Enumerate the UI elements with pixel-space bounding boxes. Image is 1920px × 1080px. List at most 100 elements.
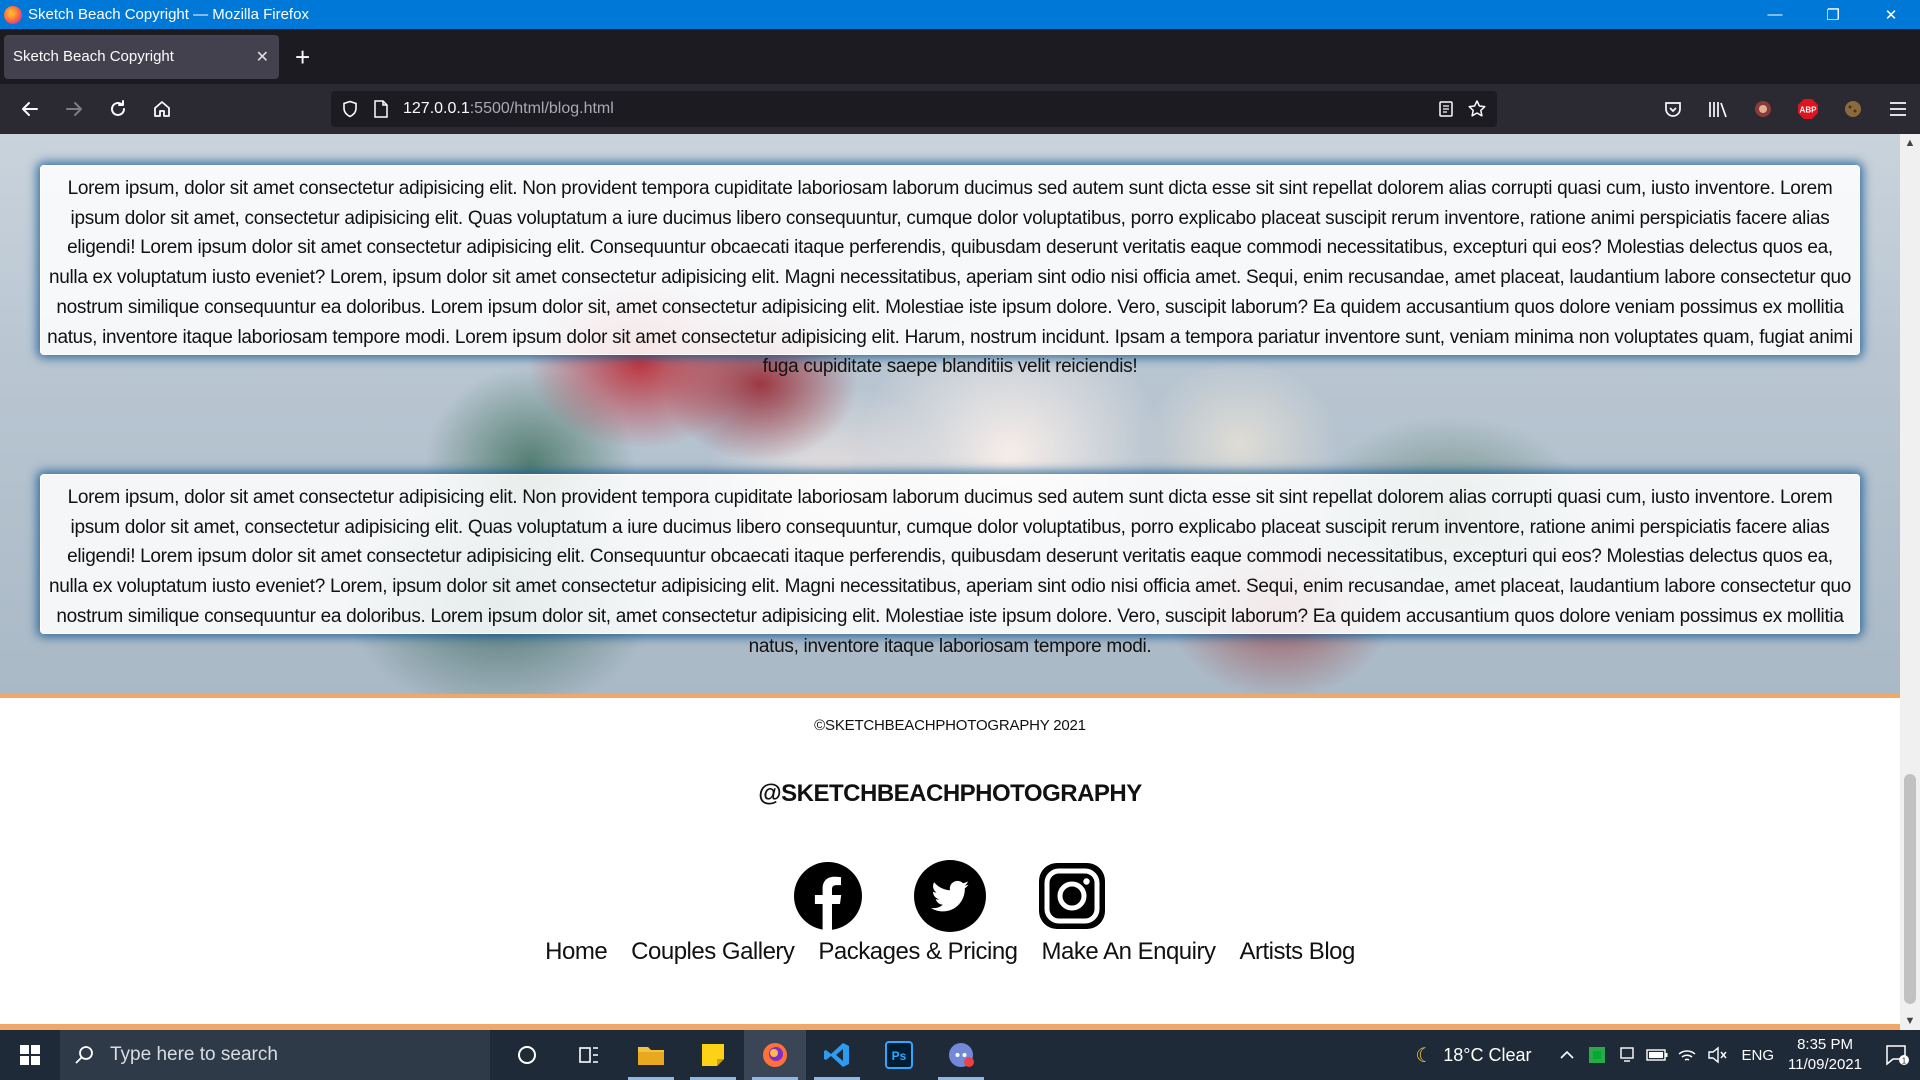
copyright-text: ©SKETCHBEACHPHOTOGRAPHY 2021	[814, 717, 1086, 734]
sticky-notes-button[interactable]	[682, 1030, 744, 1080]
page-scrollbar[interactable]: ▲ ▼	[1900, 134, 1920, 1030]
vscode-button[interactable]	[806, 1030, 868, 1080]
discord-button[interactable]	[930, 1030, 992, 1080]
photoshop-button[interactable]: Ps	[868, 1030, 930, 1080]
cookie-extension-icon	[1844, 101, 1861, 117]
taskbar-apps: Ps	[496, 1030, 992, 1080]
footer-link-home[interactable]: Home	[545, 938, 608, 966]
svg-text:ABP: ABP	[1799, 106, 1817, 115]
firefox-logo-icon	[4, 5, 22, 24]
extension-1-button[interactable]	[1740, 84, 1785, 134]
library-icon	[1708, 102, 1727, 118]
tab-strip: Sketch Beach Copyright ✕ +	[0, 29, 1920, 84]
reader-view-icon[interactable]	[1437, 100, 1455, 118]
moon-icon: ☾	[1415, 1044, 1434, 1067]
footer-link-artists-blog[interactable]: Artists Blog	[1239, 938, 1355, 966]
firefox-icon	[763, 1043, 787, 1067]
new-tab-button[interactable]: +	[295, 44, 310, 70]
discord-icon	[949, 1043, 974, 1067]
home-button[interactable]	[140, 92, 184, 126]
forward-button[interactable]	[52, 92, 96, 126]
app-menu-button[interactable]	[1875, 84, 1920, 134]
sticky-note-icon	[702, 1044, 724, 1066]
back-arrow-icon	[22, 102, 38, 116]
home-icon	[154, 101, 170, 117]
photoshop-icon: Ps	[885, 1041, 913, 1069]
pocket-icon	[1664, 102, 1681, 117]
meet-now-button[interactable]	[1612, 1030, 1642, 1080]
footer-navigation: Home Couples Gallery Packages & Pricing …	[0, 938, 1900, 966]
start-button[interactable]	[0, 1030, 60, 1080]
extension-badge-icon	[1754, 101, 1771, 117]
cortana-circle-icon	[518, 1046, 536, 1064]
blog-paragraph-1: Lorem ipsum, dolor sit amet consectetur …	[47, 178, 1853, 378]
pocket-button[interactable]	[1650, 84, 1695, 134]
bookmark-star-icon[interactable]	[1467, 99, 1487, 119]
twitter-icon	[914, 860, 986, 932]
action-center-button[interactable]: 1	[1874, 1030, 1920, 1080]
volume-button[interactable]	[1702, 1030, 1732, 1080]
toolbar-right: ABP	[1650, 84, 1920, 134]
extension-2-button[interactable]	[1830, 84, 1875, 134]
hamburger-menu-icon	[1889, 102, 1906, 116]
scroll-down-arrow-icon[interactable]: ▼	[1900, 1012, 1920, 1030]
tab-close-icon[interactable]: ✕	[256, 47, 269, 67]
svg-text:Ps: Ps	[892, 1049, 907, 1063]
speaker-muted-icon	[1707, 1046, 1727, 1064]
instagram-icon	[1039, 863, 1105, 929]
taskbar-search-box[interactable]: Type here to search	[60, 1030, 490, 1080]
chevron-up-icon	[1559, 1050, 1574, 1059]
footer-link-make-an-enquiry[interactable]: Make An Enquiry	[1042, 938, 1216, 966]
footer-link-couples-gallery[interactable]: Couples Gallery	[631, 938, 795, 966]
weather-widget[interactable]: ☾ 18°C Clear	[1415, 1043, 1531, 1068]
adblock-plus-icon: ABP	[1797, 99, 1818, 119]
network-button[interactable]	[1672, 1030, 1702, 1080]
scroll-up-arrow-icon[interactable]: ▲	[1900, 134, 1920, 152]
windows-logo-icon	[20, 1045, 40, 1065]
footer-link-packages-pricing[interactable]: Packages & Pricing	[818, 938, 1018, 966]
battery-button[interactable]	[1642, 1030, 1672, 1080]
input-language[interactable]: ENG	[1742, 1047, 1775, 1064]
task-view-button[interactable]	[558, 1030, 620, 1080]
page-viewport: Lorem ipsum, dolor sit amet consectetur …	[0, 134, 1900, 1030]
tab-sketch-beach-copyright[interactable]: Sketch Beach Copyright ✕	[4, 34, 279, 79]
nvidia-tray-icon	[1588, 1047, 1605, 1063]
blog-paragraph-box-1: Lorem ipsum, dolor sit amet consectetur …	[40, 165, 1860, 377]
back-button[interactable]	[8, 92, 52, 126]
file-explorer-button[interactable]	[620, 1030, 682, 1080]
reload-icon	[111, 100, 125, 116]
show-hidden-icons-button[interactable]	[1552, 1030, 1582, 1080]
weather-text: 18°C Clear	[1443, 1044, 1532, 1065]
cortana-button[interactable]	[496, 1030, 558, 1080]
search-placeholder: Type here to search	[110, 1044, 278, 1065]
notification-icon: 1	[1886, 1045, 1909, 1066]
url-path: :5500/html/blog.html	[469, 100, 614, 117]
tray-app-button[interactable]	[1582, 1030, 1612, 1080]
twitter-link[interactable]	[914, 860, 986, 932]
blog-paragraph-2: Lorem ipsum, dolor sit amet consectetur …	[48, 487, 1852, 657]
library-button[interactable]	[1695, 84, 1740, 134]
device-icon	[1619, 1047, 1634, 1062]
tab-label: Sketch Beach Copyright	[13, 48, 174, 65]
restore-button[interactable]: ❐	[1804, 0, 1862, 29]
taskbar-clock[interactable]: 8:35 PM 11/09/2021	[1788, 1035, 1862, 1075]
firefox-taskbar-button[interactable]	[744, 1030, 806, 1080]
facebook-icon	[794, 862, 862, 930]
search-icon	[75, 1046, 93, 1064]
clock-time: 8:35 PM	[1797, 1036, 1853, 1053]
url-host: 127.0.0.1	[403, 100, 470, 117]
minimize-button[interactable]: —	[1746, 0, 1804, 29]
windows-taskbar: Type here to search Ps ☾ 18°C Clear ENG …	[0, 1030, 1920, 1080]
instagram-link[interactable]	[1036, 860, 1108, 932]
vscode-icon	[824, 1043, 849, 1067]
task-view-icon	[579, 1047, 598, 1063]
scrollbar-thumb[interactable]	[1904, 774, 1916, 1004]
facebook-link[interactable]	[792, 860, 864, 932]
wifi-icon	[1678, 1050, 1696, 1061]
shield-icon[interactable]	[341, 100, 359, 118]
close-window-button[interactable]: ✕	[1862, 0, 1920, 29]
adblock-plus-button[interactable]: ABP	[1785, 84, 1830, 134]
page-info-icon[interactable]	[373, 100, 389, 118]
url-bar[interactable]: 127.0.0.1:5500/html/blog.html	[331, 91, 1497, 127]
reload-button[interactable]	[96, 92, 140, 126]
